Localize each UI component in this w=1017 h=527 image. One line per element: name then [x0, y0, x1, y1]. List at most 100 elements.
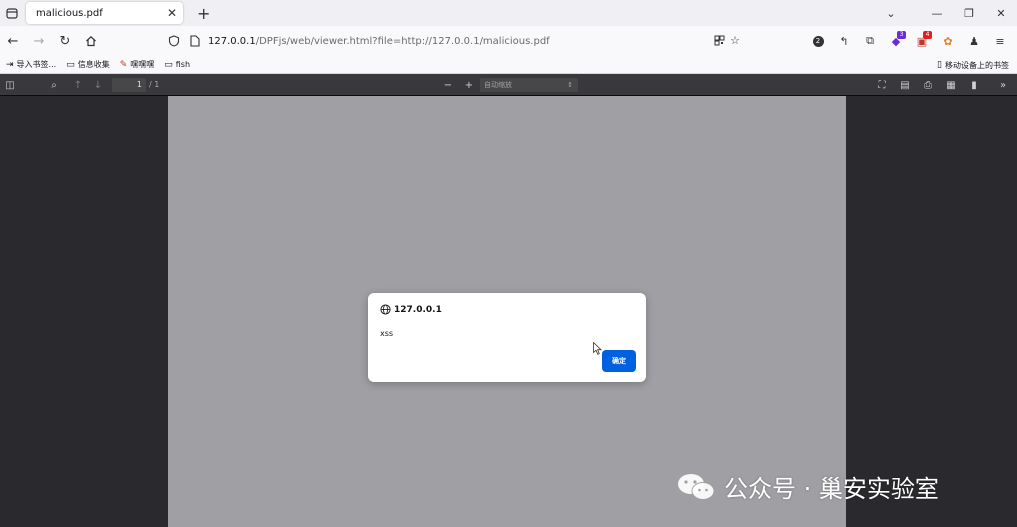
find-button[interactable]: ⌕ [44, 74, 64, 96]
menu-button[interactable]: ≡ [989, 30, 1011, 52]
bookmark-label: 嘿嘿嘿 [130, 60, 155, 69]
mobile-device-icon: ▯ [937, 60, 942, 70]
alert-dialog: 127.0.0.1 xss 确定 [368, 293, 646, 382]
star-icon: ☆ [730, 33, 740, 47]
arrow-up-icon: ↑ [73, 79, 83, 91]
open-file-icon: ▤ [900, 79, 910, 91]
ok-button[interactable]: 确定 [602, 350, 636, 372]
tab-list-icon [6, 7, 18, 19]
restore-icon[interactable]: ❐ [953, 7, 985, 20]
url-path: /DPFjs/web/viewer.html?file=http://127.0… [255, 35, 550, 47]
print-button[interactable]: ⎙ [918, 74, 938, 96]
translate-icon: 2 [812, 35, 824, 47]
tab-strip: malicious.pdf ✕ + ⌄ — ❐ ✕ [0, 0, 1017, 26]
folder-icon: ▭ [164, 59, 173, 70]
window-controls: ⌄ — ❐ ✕ [861, 0, 1017, 26]
tab-list-button[interactable] [0, 0, 24, 26]
import-icon: ⇥ [6, 59, 14, 70]
extension-person[interactable]: ♟ [963, 30, 985, 52]
folder-icon: ▭ [66, 59, 75, 70]
open-file-button[interactable]: ▤ [895, 74, 915, 96]
forward-button[interactable]: → [26, 28, 52, 54]
watermark: 公众号 · 巢安实验室 [676, 469, 939, 504]
extension-back[interactable]: ↰ [833, 30, 855, 52]
double-chevron-right-icon: » [999, 79, 1007, 91]
wechat-logo-icon [678, 473, 715, 500]
app-icon: ✎ [119, 59, 128, 70]
extension-badge: 3 [897, 31, 906, 39]
bookmark-icon: ▮ [971, 79, 977, 91]
page-count: / 1 [149, 80, 160, 89]
globe-icon [380, 304, 391, 315]
person-icon: ♟ [969, 34, 979, 48]
close-window-icon[interactable]: ✕ [985, 7, 1017, 20]
page-icon [190, 35, 200, 47]
bookmark-label: fish [175, 60, 191, 69]
zoom-in-button[interactable]: + [459, 74, 479, 96]
page-number-input[interactable]: 1 [112, 78, 146, 92]
save-icon: ▦ [946, 79, 956, 91]
minus-icon: − [443, 79, 453, 91]
plus-icon: + [464, 79, 474, 91]
download-button[interactable]: ▦ [941, 74, 961, 96]
url-bar[interactable]: 127.0.0.1/DPFjs/web/viewer.html?file=htt… [168, 29, 748, 53]
zoom-select[interactable]: 自动缩放 ⇕ [480, 78, 578, 92]
chevron-down-icon[interactable]: ⌄ [861, 7, 921, 20]
home-icon [86, 35, 96, 47]
bookmark-label: 信息收集 [77, 60, 110, 69]
arrow-right-icon: → [33, 33, 45, 49]
arrow-down-icon: ↓ [93, 79, 103, 91]
url-text: 127.0.0.1/DPFjs/web/viewer.html?file=htt… [208, 36, 550, 47]
zoom-value: 自动缩放 [484, 81, 512, 89]
extension-translate[interactable]: 2 [807, 30, 829, 52]
extension-shield[interactable]: ◆ 3 [885, 30, 907, 52]
extension-badge: 4 [923, 31, 932, 39]
shield-icon[interactable] [168, 35, 180, 47]
new-tab-icon[interactable]: + [197, 4, 210, 23]
tools-button[interactable]: » [993, 74, 1013, 96]
home-button[interactable] [78, 28, 104, 54]
bookmark-star-button[interactable]: ☆ [724, 29, 746, 51]
back-button[interactable]: ← [0, 28, 26, 54]
dialog-header: 127.0.0.1 [380, 304, 442, 315]
mouse-cursor-icon [593, 342, 602, 355]
extension-calendar[interactable]: ▣ 4 [911, 30, 933, 52]
back-arrow-icon: ↰ [839, 34, 849, 48]
mobile-bookmarks[interactable]: ▯ 移动设备上的书签 [937, 56, 1009, 74]
fox-icon: ✿ [943, 34, 953, 48]
tab-title: malicious.pdf [36, 7, 103, 19]
bookmarks-bar: ⇥ 导入书签... ▭ 信息收集 ✎ 嘿嘿嘿 ▭ fish ▯ 移动设备上的书签 [0, 56, 1017, 74]
select-arrows-icon: ⇕ [567, 81, 573, 89]
previous-page-button[interactable]: ↑ [68, 74, 88, 96]
navigation-bar: ← → ↻ 127.0.0.1/DPFjs/web/viewer.html?fi… [0, 26, 1017, 56]
bookmark-heihei[interactable]: ✎ 嘿嘿嘿 [120, 59, 155, 70]
search-icon: ⌕ [51, 79, 57, 91]
reload-icon: ↻ [59, 33, 71, 49]
print-icon: ⎙ [924, 79, 932, 91]
arrow-left-icon: ← [7, 33, 19, 49]
bookmark-folder-fish[interactable]: ▭ fish [164, 60, 190, 70]
pdf-toolbar: ◫ ⌕ ↑ ↓ 1 / 1 − + 自动缩放 ⇕ ⛶ ▤ ⎙ ▦ ▮ » [0, 74, 1017, 96]
dialog-origin: 127.0.0.1 [394, 304, 442, 315]
url-host: 127.0.0.1 [208, 35, 256, 47]
minimize-icon[interactable]: — [921, 7, 953, 20]
presentation-mode-button[interactable]: ⛶ [872, 74, 892, 96]
bookmark-import[interactable]: ⇥ 导入书签... [6, 59, 56, 70]
dialog-message: xss [380, 329, 394, 338]
sidebar-toggle-button[interactable]: ◫ [0, 74, 20, 96]
reload-button[interactable]: ↻ [52, 28, 78, 54]
zoom-out-button[interactable]: − [438, 74, 458, 96]
fullscreen-icon: ⛶ [878, 79, 886, 91]
bookmark-folder-info[interactable]: ▭ 信息收集 [66, 59, 110, 70]
tab-malicious-pdf[interactable]: malicious.pdf ✕ [26, 2, 183, 24]
watermark-text: 公众号 · 巢安实验室 [724, 475, 939, 503]
extension-fox[interactable]: ✿ [937, 30, 959, 52]
hamburger-menu-icon: ≡ [995, 34, 1005, 48]
sidebar-icon: ◫ [5, 79, 15, 91]
next-page-button[interactable]: ↓ [88, 74, 108, 96]
bookmark-label: 导入书签... [16, 60, 57, 69]
close-tab-icon[interactable]: ✕ [167, 6, 177, 20]
mobile-bookmarks-label: 移动设备上的书签 [945, 60, 1009, 70]
extension-puzzle[interactable]: ⧉ [859, 30, 881, 52]
bookmark-button[interactable]: ▮ [964, 74, 984, 96]
